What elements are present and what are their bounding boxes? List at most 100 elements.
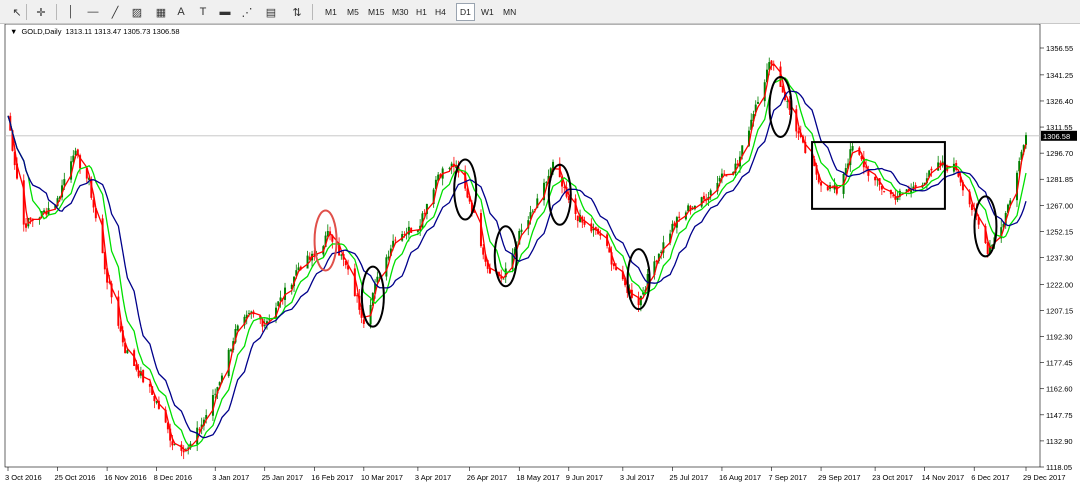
fibonacci-icon[interactable]: ▦ xyxy=(152,3,170,21)
candle-body xyxy=(725,175,728,177)
time-tick-label: 3 Jan 2017 xyxy=(212,473,249,482)
candle-body xyxy=(182,450,185,453)
timeframe-m15[interactable]: M15 xyxy=(365,3,388,21)
price-tick-label: 1341.25 xyxy=(1046,71,1073,80)
price-chart[interactable]: 1356.55 1341.25 1326.40 1311.55 1296.70 1281.… xyxy=(0,24,1080,489)
price-tick-label: 1326.40 xyxy=(1046,97,1073,106)
time-tick-label: 16 Nov 2016 xyxy=(104,473,147,482)
price-tick-label: 1162.60 xyxy=(1046,385,1073,394)
chart-toolbar: ↖ ✛ │ — ╱ ▨ ▦ A T ▬ ⋰ ▤ ⇅ M1 M5 M15 M30 H1 H4 D1 W1 MN xyxy=(0,0,1080,24)
timeframe-mn[interactable]: MN xyxy=(500,3,519,21)
time-tick-label: 25 Jul 2017 xyxy=(669,473,708,482)
candle-body xyxy=(229,349,232,351)
candle-body xyxy=(362,319,365,324)
candle-body xyxy=(236,325,239,331)
trendline-icon[interactable]: ╱ xyxy=(106,3,124,21)
candle-body xyxy=(797,131,800,134)
candle-body xyxy=(63,179,66,186)
candle-body xyxy=(502,278,505,280)
price-tick-label: 1147.75 xyxy=(1046,411,1073,420)
cursor-icon[interactable]: ↖ xyxy=(8,3,26,21)
price-tick-label: 1222.00 xyxy=(1046,280,1073,289)
time-tick-label: 10 Mar 2017 xyxy=(361,473,403,482)
timeframe-m30[interactable]: M30 xyxy=(389,3,412,21)
timeframe-h1[interactable]: H1 xyxy=(413,3,430,21)
price-tick-label: 1192.30 xyxy=(1046,333,1073,342)
candle-body xyxy=(306,255,309,269)
time-tick-label: 29 Dec 2017 xyxy=(1023,473,1066,482)
rectangle-icon[interactable]: ▬ xyxy=(216,3,234,21)
time-tick-label: 3 Apr 2017 xyxy=(415,473,451,482)
price-tick-label: 1252.15 xyxy=(1046,227,1073,236)
candle-body xyxy=(250,311,253,313)
crosshair-icon[interactable]: ✛ xyxy=(32,3,50,21)
time-tick-label: 16 Aug 2017 xyxy=(719,473,761,482)
candle-body xyxy=(567,196,570,201)
text-icon[interactable]: A xyxy=(172,3,190,21)
candle-body xyxy=(214,393,217,395)
arrows-icon[interactable]: ⇅ xyxy=(288,3,306,21)
time-tick-label: 9 Jun 2017 xyxy=(566,473,603,482)
candle-body xyxy=(678,216,681,218)
timeframe-m1[interactable]: M1 xyxy=(322,3,340,21)
price-tick-label: 1118.05 xyxy=(1046,463,1072,472)
candle-body xyxy=(709,190,712,196)
candle-body xyxy=(639,295,642,306)
time-tick-label: 8 Dec 2016 xyxy=(154,473,192,482)
price-tick-label: 1281.85 xyxy=(1046,175,1073,184)
candle-body xyxy=(1025,135,1027,145)
time-tick-label: 18 May 2017 xyxy=(516,473,559,482)
price-tick-label: 1296.70 xyxy=(1046,149,1073,158)
candle-body xyxy=(930,168,933,171)
candle-body xyxy=(263,324,266,326)
channel-icon[interactable]: ▨ xyxy=(128,3,146,21)
time-tick-label: 7 Sep 2017 xyxy=(769,473,807,482)
candle-body xyxy=(820,182,823,186)
candle-body xyxy=(25,223,28,228)
candle-body xyxy=(883,191,886,192)
timeframe-h4[interactable]: H4 xyxy=(432,3,449,21)
symbol-label: GOLD,Daily xyxy=(21,27,62,36)
candle-body xyxy=(723,173,726,175)
candle-body xyxy=(29,217,32,220)
candle-body xyxy=(576,215,579,222)
time-tick-label: 14 Nov 2017 xyxy=(922,473,965,482)
toolbar-separator xyxy=(312,4,313,20)
candle-body xyxy=(520,229,523,232)
candle-body xyxy=(126,350,129,354)
timeframe-w1[interactable]: W1 xyxy=(478,3,497,21)
timeframe-d1[interactable]: D1 xyxy=(456,3,475,21)
time-tick-label: 6 Dec 2017 xyxy=(971,473,1009,482)
time-tick-label: 16 Feb 2017 xyxy=(311,473,353,482)
candle-body xyxy=(874,176,877,181)
candle-body xyxy=(297,267,300,271)
time-tick-label: 3 Oct 2016 xyxy=(5,473,42,482)
chart-info: ▼ GOLD,Daily 1313.11 1313.47 1305.73 130… xyxy=(10,27,180,36)
horizontal-line-icon[interactable]: — xyxy=(84,3,102,21)
toolbar-separator xyxy=(26,4,27,20)
time-tick-label: 23 Oct 2017 xyxy=(872,473,913,482)
candle-body xyxy=(531,210,534,212)
candle-body xyxy=(770,60,773,65)
vertical-line-icon[interactable]: │ xyxy=(62,3,80,21)
current-price-label: 1306.58 xyxy=(1043,132,1070,141)
price-tick-label: 1177.45 xyxy=(1046,359,1073,368)
candle-body xyxy=(268,319,271,321)
time-tick-label: 29 Sep 2017 xyxy=(818,473,861,482)
timeframe-m5[interactable]: M5 xyxy=(344,3,362,21)
toolbar-separator xyxy=(56,4,57,20)
candle-body xyxy=(702,195,705,200)
price-tick-label: 1207.15 xyxy=(1046,306,1073,315)
candle-body xyxy=(545,182,548,184)
price-tick-label: 1356.55 xyxy=(1046,44,1073,53)
text-label-icon[interactable]: T xyxy=(194,3,212,21)
grid-fib-icon[interactable]: ▤ xyxy=(262,3,280,21)
ohlc-values: 1313.11 1313.47 1305.73 1306.58 xyxy=(65,27,180,36)
time-tick-label: 26 Apr 2017 xyxy=(467,473,507,482)
dropdown-triangle-icon[interactable]: ▼ xyxy=(10,27,17,36)
candle-body xyxy=(394,239,397,241)
candle-body xyxy=(340,254,343,256)
fan-icon[interactable]: ⋰ xyxy=(238,3,256,21)
time-tick-label: 25 Jan 2017 xyxy=(262,473,303,482)
candle-body xyxy=(851,146,854,151)
